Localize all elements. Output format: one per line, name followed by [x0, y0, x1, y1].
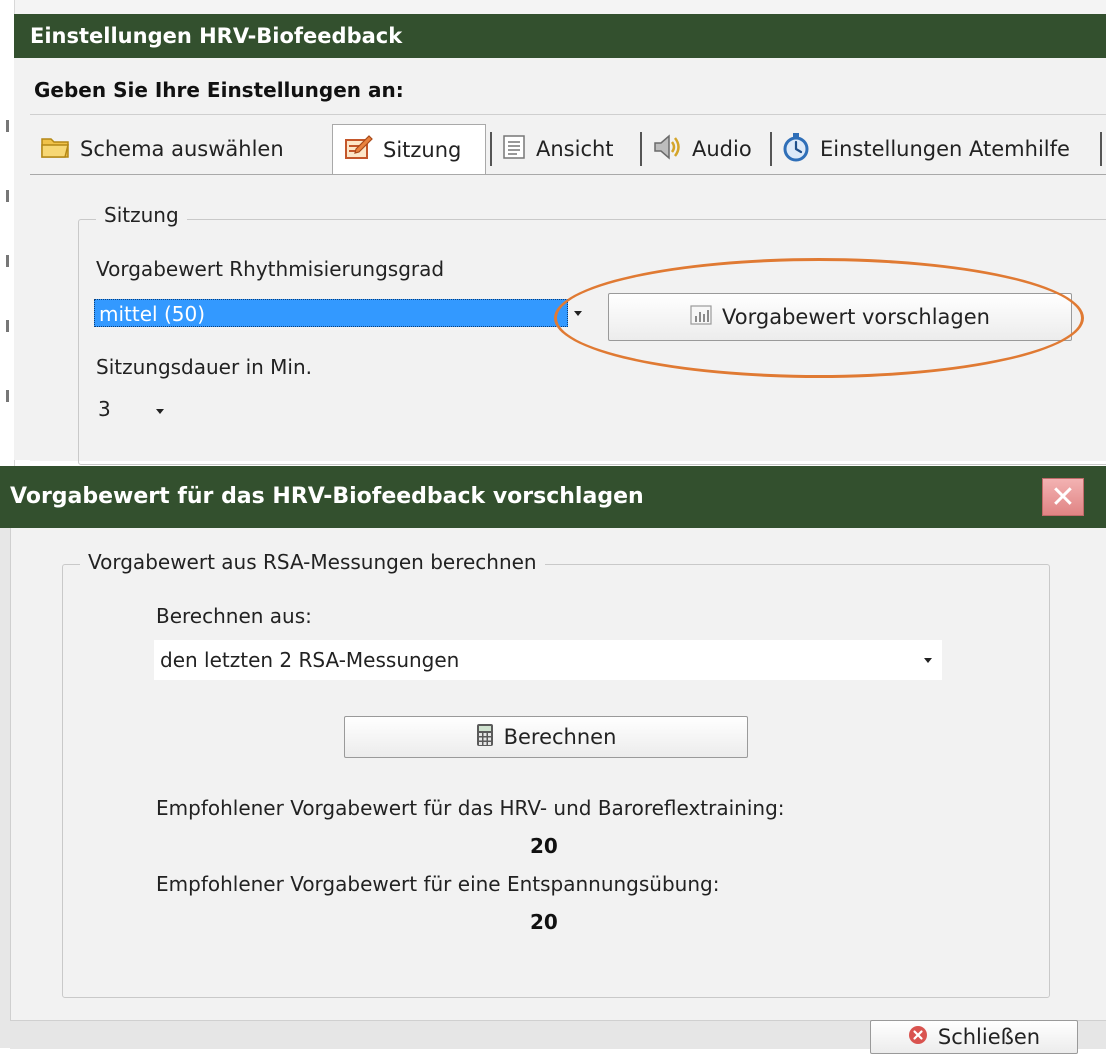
suggest-dialog: Vorgabewert für das HRV-Biofeedback vors…	[0, 466, 1106, 1054]
edge-tick	[6, 120, 9, 132]
folder-icon	[40, 134, 70, 165]
chevron-down-icon[interactable]	[156, 409, 164, 414]
tab-label: Sitzung	[383, 137, 462, 162]
sitzung-tab-panel: Sitzung Vorgabewert Rhythmisierungsgrad …	[30, 174, 1106, 465]
hrv-recommendation-label: Empfohlener Vorgabewert für das HRV- und…	[156, 796, 785, 820]
speaker-icon	[652, 133, 682, 166]
duration-label: Sitzungsdauer in Min.	[96, 355, 313, 379]
settings-tabbar: Schema auswählen Sitzung Ansicht Audio E…	[30, 124, 1106, 174]
relax-recommendation-label: Empfohlener Vorgabewert für eine Entspan…	[156, 872, 720, 896]
prompt-divider	[30, 114, 1106, 115]
suggest-dialog-title: Vorgabewert für das HRV-Biofeedback vors…	[10, 484, 644, 509]
rsa-group-label: Vorgabewert aus RSA-Messungen berechnen	[80, 550, 545, 574]
settings-prompt: Geben Sie Ihre Einstellungen an:	[34, 78, 404, 102]
left-window-edge	[0, 0, 15, 470]
left-window-edge	[0, 528, 11, 1048]
suggest-target-button[interactable]: Vorgabewert vorschlagen	[608, 293, 1072, 341]
sitzung-group	[78, 219, 1106, 465]
tab-label: Audio	[692, 137, 752, 161]
document-icon	[502, 134, 526, 165]
target-value-selected: mittel (50)	[99, 302, 205, 326]
edge-tick	[6, 190, 9, 202]
relax-recommendation-value: 20	[530, 910, 558, 934]
edge-tick	[6, 390, 9, 402]
chevron-down-icon[interactable]	[924, 658, 932, 663]
hrv-recommendation-value: 20	[530, 834, 558, 858]
settings-dialog-title: Einstellungen HRV-Biofeedback	[30, 24, 403, 48]
stopwatch-icon	[782, 132, 810, 167]
calculate-label: Berechnen	[503, 725, 617, 749]
chart-icon	[690, 304, 712, 330]
suggest-target-label: Vorgabewert vorschlagen	[722, 305, 990, 329]
calculate-button[interactable]: Berechnen	[344, 716, 748, 758]
tab-audio[interactable]: Audio	[642, 126, 768, 172]
close-circle-icon	[908, 1025, 928, 1050]
edge-tick	[6, 255, 9, 267]
target-value-select[interactable]: mittel (50)	[94, 299, 568, 327]
tab-ansicht[interactable]: Ansicht	[492, 126, 638, 172]
calculator-icon	[476, 723, 494, 752]
tab-separator	[1100, 132, 1102, 166]
close-icon[interactable]: ✕	[1042, 478, 1084, 516]
suggest-dialog-titlebar[interactable]: Vorgabewert für das HRV-Biofeedback vors…	[0, 466, 1106, 528]
target-value-label: Vorgabewert Rhythmisierungsgrad	[96, 257, 445, 281]
chevron-down-icon[interactable]	[574, 311, 582, 316]
duration-value[interactable]: 3	[98, 397, 111, 421]
edit-icon	[343, 133, 373, 166]
edge-tick	[6, 320, 9, 332]
tab-einstellungen-atemhilfe[interactable]: Einstellungen Atemhilfe	[772, 126, 1098, 172]
tab-label: Einstellungen Atemhilfe	[820, 137, 1070, 161]
tab-sitzung[interactable]: Sitzung	[332, 124, 486, 174]
close-button[interactable]: Schließen	[870, 1020, 1078, 1054]
tab-label: Schema auswählen	[80, 137, 284, 161]
tab-label: Ansicht	[536, 137, 614, 161]
sitzung-group-label: Sitzung	[96, 203, 187, 227]
settings-dialog: Einstellungen HRV-Biofeedback Geben Sie …	[14, 14, 1106, 465]
source-selected: den letzten 2 RSA-Messungen	[160, 648, 460, 672]
source-dropdown[interactable]: den letzten 2 RSA-Messungen	[154, 640, 942, 680]
tab-schema-auswaehlen[interactable]: Schema auswählen	[30, 126, 328, 172]
settings-dialog-titlebar[interactable]: Einstellungen HRV-Biofeedback	[14, 14, 1106, 58]
source-label: Berechnen aus:	[156, 604, 312, 628]
close-label: Schließen	[937, 1025, 1041, 1049]
